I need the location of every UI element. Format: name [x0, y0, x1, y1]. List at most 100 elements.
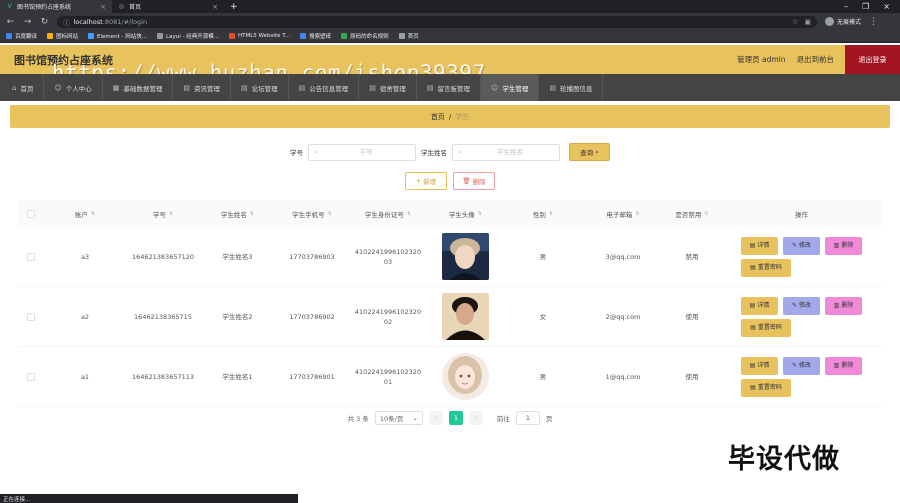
column-header[interactable]: 是否禁用 ⇅	[663, 209, 721, 219]
sort-icon[interactable]: ⇅	[250, 211, 254, 217]
document-icon: ▤	[749, 361, 756, 369]
vue-icon: V	[7, 3, 12, 10]
minimize-icon[interactable]: –	[844, 2, 848, 11]
detail-button[interactable]: ▤ 详情	[741, 236, 778, 255]
nav-item-notice[interactable]: ▤ 公告信息管理	[289, 74, 360, 101]
brand-watermark: 毕设代做	[728, 444, 840, 475]
bookmark-item[interactable]: 图标网站	[47, 32, 78, 40]
cell-account: a1	[80, 372, 90, 381]
bookmark-item[interactable]: Layui - 经典开源模...	[157, 32, 219, 40]
star-icon[interactable]: ☆	[792, 18, 798, 26]
breadcrumb-home[interactable]: 首页	[431, 112, 445, 122]
logout-button[interactable]: 退出登录	[845, 45, 900, 74]
page-size-select[interactable]: 10条/页 ⌄	[374, 411, 423, 425]
batch-delete-button[interactable]: 🗑 删除	[453, 172, 495, 190]
sort-icon[interactable]: ⇅	[407, 211, 411, 217]
maximize-icon[interactable]: ❐	[862, 2, 869, 11]
sort-icon[interactable]: ⇅	[169, 211, 173, 217]
nav-item-home[interactable]: ⌂ 首页	[2, 74, 45, 101]
delete-button[interactable]: ▥ 删除	[825, 296, 862, 315]
bookmark-item[interactable]: HTML5 Website T...	[228, 33, 290, 39]
extension-icon[interactable]: ▣	[804, 18, 811, 26]
detail-button[interactable]: ▤ 详情	[741, 296, 778, 315]
reset-password-button[interactable]: ▤ 重置密码	[741, 318, 791, 337]
document-icon: ▤	[749, 241, 756, 249]
column-label: 学生姓名	[220, 210, 247, 219]
column-header[interactable]: 学生姓名 ⇅	[199, 209, 276, 219]
sort-icon[interactable]: ⇅	[91, 211, 95, 217]
column-header[interactable]: 电子邮箱 ⇅	[583, 209, 663, 219]
detail-button[interactable]: ▤ 详情	[741, 356, 778, 375]
menu-dots-icon[interactable]: ⋮	[869, 17, 878, 27]
close-icon[interactable]: ×	[212, 3, 218, 11]
row-checkbox[interactable]	[26, 312, 35, 321]
column-header[interactable]: 性别 ⇅	[503, 209, 583, 219]
delete-button[interactable]: ▥ 删除	[825, 236, 862, 255]
nav-item-dorm[interactable]: ▤ 宿舍管理	[359, 74, 417, 101]
student-avatar-image[interactable]	[442, 233, 489, 280]
browser-tab-label: 首页	[129, 4, 142, 11]
nav-item-carousel[interactable]: ▤ 轮播图信息	[539, 74, 604, 101]
table-row[interactable]: a1 164621383657113 学生姓名1 17703786901 410…	[18, 347, 882, 407]
sort-icon[interactable]: ⇅	[478, 211, 482, 217]
table-row[interactable]: a2 16462138365715 学生姓名2 17703786902 4102…	[18, 287, 882, 347]
address-bar[interactable]: ⓘ localhost:8081/#/login ☆ ▣	[57, 15, 817, 28]
bookmark-item[interactable]: 搜索壁纸	[300, 32, 331, 40]
nav-label: 基础数据管理	[123, 84, 163, 93]
student-avatar-image[interactable]	[442, 293, 489, 340]
bookmark-item[interactable]: Element - 网站快...	[88, 32, 147, 40]
nav-item-news[interactable]: ▤ 资讯管理	[173, 74, 232, 101]
edit-button[interactable]: ✎ 修改	[783, 356, 820, 375]
select-all-checkbox[interactable]	[26, 209, 35, 218]
column-header[interactable]: 学号 ⇅	[127, 209, 199, 219]
student-avatar-image[interactable]	[442, 353, 489, 400]
student-name-field: ⌕	[452, 143, 560, 161]
edit-button[interactable]: ✎ 修改	[783, 296, 820, 315]
add-button[interactable]: + 新增	[405, 172, 447, 190]
page-number-button[interactable]: 1	[448, 411, 463, 425]
bookmark-item[interactable]: 首页	[398, 32, 419, 40]
incognito-icon	[825, 17, 834, 26]
goto-page-input[interactable]: 1	[515, 411, 540, 425]
nav-item-forum[interactable]: ▤ 论坛管理	[231, 74, 289, 101]
nav-item-profile[interactable]: ☺ 个人中心	[44, 74, 103, 101]
reset-password-button[interactable]: ▤ 重置密码	[741, 258, 791, 277]
bookmark-item[interactable]: 原码的命名规则	[341, 32, 389, 40]
bookmark-item[interactable]: 百度翻译	[6, 32, 37, 40]
query-button[interactable]: 查询 ⌕	[569, 143, 610, 161]
back-to-frontend-link[interactable]: 退出到前台	[797, 54, 835, 65]
back-icon[interactable]: ←	[6, 17, 15, 27]
next-page-button[interactable]: ›	[468, 411, 483, 425]
forward-icon[interactable]: →	[23, 17, 32, 27]
student-id-input[interactable]	[321, 148, 410, 156]
sort-icon[interactable]: ⇅	[549, 211, 553, 217]
browser-tab-active[interactable]: V 图书馆预约占座系统 ×	[0, 0, 112, 13]
bookmarks-bar: 百度翻译 图标网站 Element - 网站快... Layui - 经典开源模…	[0, 30, 900, 43]
column-header[interactable]: 学生身份证号 ⇅	[348, 209, 428, 219]
sort-icon[interactable]: ⇅	[328, 211, 332, 217]
column-header[interactable]: 账户 ⇅	[43, 209, 127, 219]
nav-item-message-board[interactable]: ▤ 留言板管理	[417, 74, 482, 101]
column-header[interactable]: 学生头像 ⇅	[428, 209, 503, 219]
incognito-profile[interactable]: 无痕模式	[825, 17, 861, 26]
row-checkbox[interactable]	[26, 252, 35, 261]
close-window-icon[interactable]: ×	[883, 2, 890, 11]
nav-item-students[interactable]: ☺ 学生管理	[481, 74, 540, 101]
bookmark-label: 搜索壁纸	[309, 34, 332, 40]
row-checkbox[interactable]	[26, 372, 35, 381]
close-icon[interactable]: ×	[100, 3, 106, 11]
student-name-input[interactable]	[465, 148, 554, 156]
column-header[interactable]: 学生手机号 ⇅	[276, 209, 348, 219]
delete-button[interactable]: ▥ 删除	[825, 356, 862, 375]
table-row[interactable]: a3 164621383657120 学生姓名3 17703786903 410…	[18, 227, 882, 287]
sort-icon[interactable]: ⇅	[704, 211, 708, 217]
sort-icon[interactable]: ⇅	[635, 211, 639, 217]
reload-icon[interactable]: ↻	[40, 17, 49, 27]
reset-password-button[interactable]: ▤ 重置密码	[741, 378, 791, 397]
nav-item-base-data[interactable]: ▦ 基础数据管理	[103, 74, 174, 101]
browser-tab[interactable]: ◎ 首页 ×	[112, 0, 224, 13]
prev-page-button[interactable]: ‹	[428, 411, 443, 425]
new-tab-icon[interactable]: +	[230, 2, 238, 12]
edit-button[interactable]: ✎ 修改	[783, 236, 820, 255]
bookmark-label: Element - 网站快...	[97, 34, 148, 40]
